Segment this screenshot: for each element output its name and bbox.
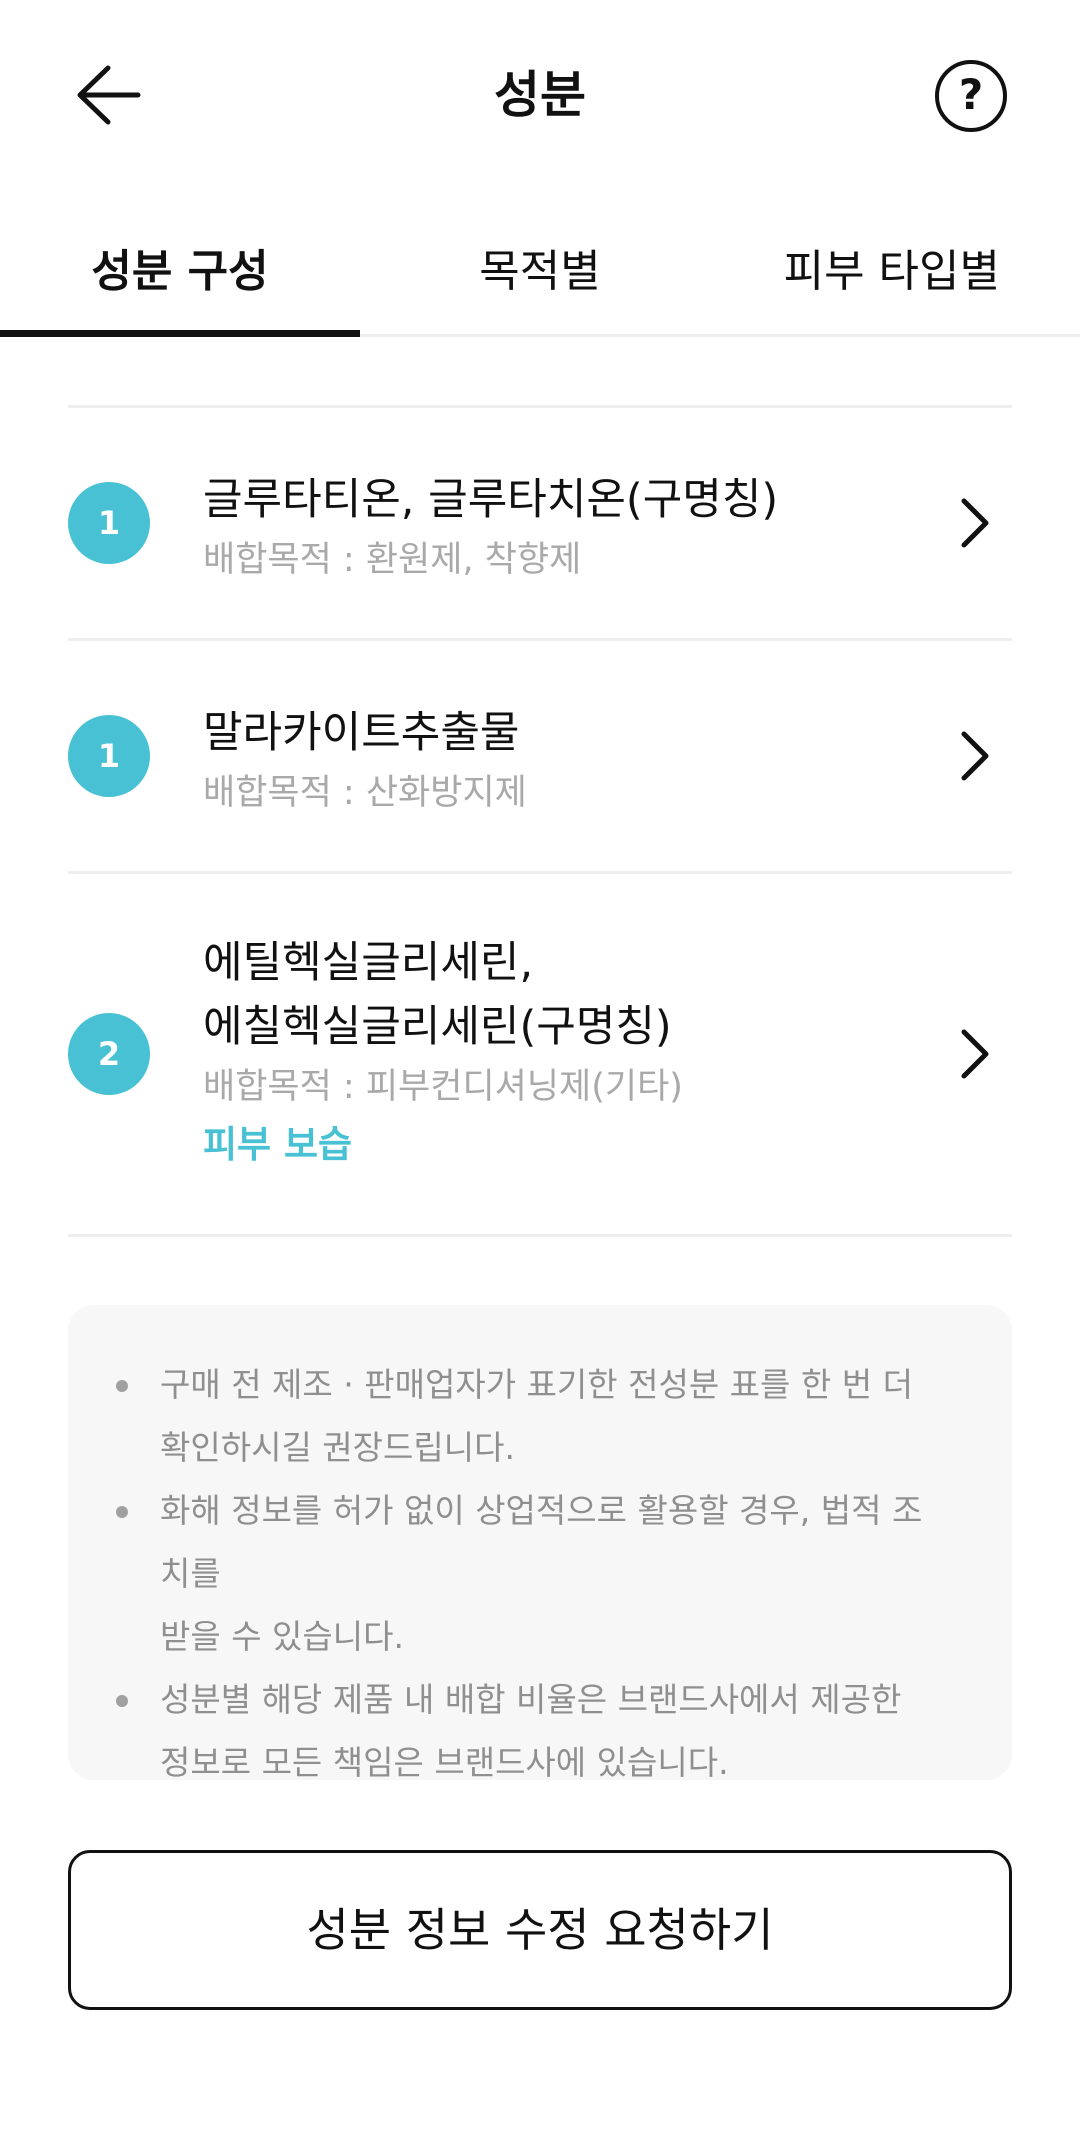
bullet-icon bbox=[116, 1380, 128, 1392]
ingredient-row[interactable]: 1 글루타티온, 글루타치온(구명칭) 배합목적 : 환원제, 착향제 bbox=[68, 408, 1012, 638]
ingredient-info: 말라카이트추출물 배합목적 : 산화방지제 bbox=[203, 701, 903, 821]
notice-box: 구매 전 제조 · 판매업자가 표기한 전성분 표를 한 번 더 확인하시길 권… bbox=[68, 1305, 1012, 1782]
page-title: 성분 bbox=[494, 66, 586, 124]
active-tab-indicator bbox=[0, 330, 360, 337]
ingredient-info: 에틸헥실글리세린, 에칠헥실글리세린(구명칭) 배합목적 : 피부컨디셔닝제(기… bbox=[203, 931, 903, 1175]
notice-item: 성분별 해당 제품 내 배합 비율은 브랜드사에서 제공한 정보로 모든 책임은… bbox=[116, 1668, 952, 1794]
ingredient-name: 에틸헥실글리세린, bbox=[203, 938, 534, 988]
top-app-bar: 성분 ? bbox=[0, 0, 1080, 190]
notice-item: 화해 정보를 허가 없이 상업적으로 활용할 경우, 법적 조치를 받을 수 있… bbox=[116, 1479, 952, 1668]
hazard-level-badge: 1 bbox=[68, 715, 150, 797]
chevron-right-icon bbox=[961, 1029, 989, 1079]
ingredient-list: 1 글루타티온, 글루타치온(구명칭) 배합목적 : 환원제, 착향제 1 말라… bbox=[68, 405, 1012, 1237]
notice-text: 성분별 해당 제품 내 배합 비율은 브랜드사에서 제공한 정보로 모든 책임은… bbox=[160, 1680, 902, 1782]
hazard-level-badge: 2 bbox=[68, 1013, 150, 1095]
ingredient-name: 글루타티온, 글루타치온(구명칭) bbox=[203, 475, 779, 525]
notice-text: 화해 정보를 허가 없이 상업적으로 활용할 경우, 법적 조치를 받을 수 있… bbox=[160, 1491, 923, 1656]
ingredient-name-former: 에칠헥실글리세린(구명칭) bbox=[203, 1002, 672, 1052]
tab-by-purpose[interactable]: 목적별 bbox=[360, 237, 720, 307]
request-ingredient-edit-button[interactable]: 성분 정보 수정 요청하기 bbox=[68, 1850, 1012, 2010]
bullet-icon bbox=[116, 1695, 128, 1707]
help-button[interactable]: ? bbox=[935, 60, 1007, 132]
ingredient-effect-tag: 피부 보습 bbox=[203, 1123, 353, 1166]
bullet-icon bbox=[116, 1506, 128, 1518]
ingredient-row[interactable]: 2 에틸헥실글리세린, 에칠헥실글리세린(구명칭) 배합목적 : 피부컨디셔닝제… bbox=[68, 874, 1012, 1234]
notice-text: 구매 전 제조 · 판매업자가 표기한 전성분 표를 한 번 더 확인하시길 권… bbox=[160, 1365, 913, 1467]
list-divider bbox=[68, 1234, 1012, 1237]
ingredient-info: 글루타티온, 글루타치온(구명칭) 배합목적 : 환원제, 착향제 bbox=[203, 468, 903, 588]
ingredient-name: 말라카이트추출물 bbox=[203, 708, 520, 758]
ingredient-purpose: 배합목적 : 피부컨디셔닝제(기타) bbox=[203, 1067, 683, 1107]
ingredient-purpose: 배합목적 : 환원제, 착향제 bbox=[203, 540, 582, 580]
tab-by-skin-type[interactable]: 피부 타입별 bbox=[700, 237, 1000, 307]
question-circle-icon: ? bbox=[958, 70, 984, 119]
chevron-right-icon bbox=[961, 731, 989, 781]
hazard-level-badge: 1 bbox=[68, 482, 150, 564]
tab-bar: 성분 구성 목적별 피부 타입별 bbox=[0, 225, 1080, 337]
notice-item: 구매 전 제조 · 판매업자가 표기한 전성분 표를 한 번 더 확인하시길 권… bbox=[116, 1353, 952, 1479]
chevron-right-icon bbox=[961, 498, 989, 548]
ingredient-row[interactable]: 1 말라카이트추출물 배합목적 : 산화방지제 bbox=[68, 641, 1012, 871]
tab-ingredient-composition[interactable]: 성분 구성 bbox=[0, 237, 360, 307]
ingredient-purpose: 배합목적 : 산화방지제 bbox=[203, 773, 527, 813]
